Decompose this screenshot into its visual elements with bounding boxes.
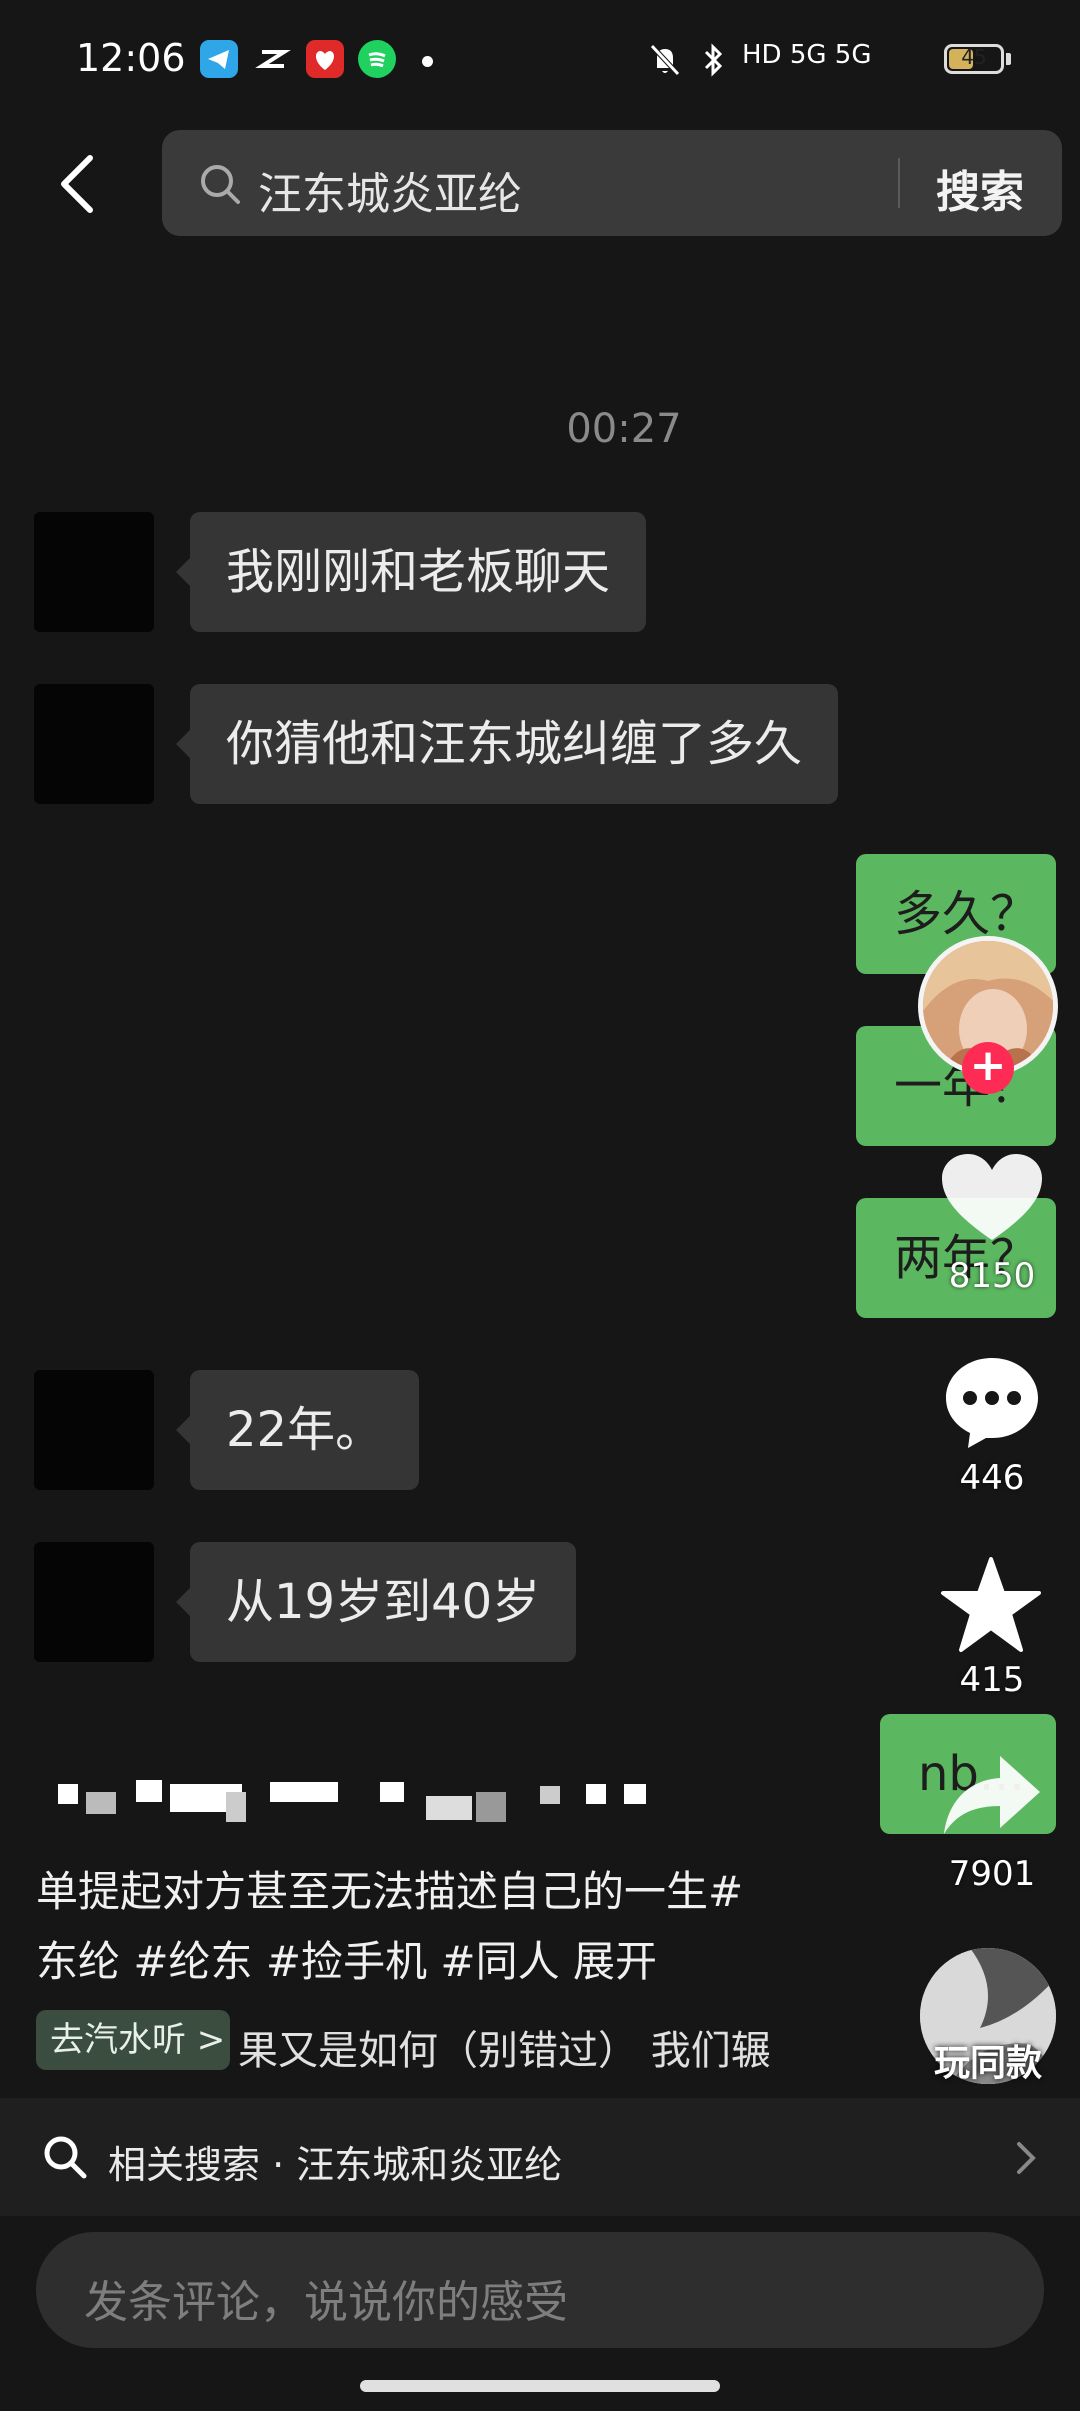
caption-line-1: 单提起对方甚至无法描述自己的一生# <box>36 1867 744 1916</box>
chat-timestamp: 00:27 <box>566 406 682 452</box>
chat-bubble-incoming: 我刚刚和老板聊天 <box>175 512 647 632</box>
bluetooth-icon <box>702 42 726 82</box>
mute-icon <box>648 42 682 82</box>
like-count: 8150 <box>948 1256 1036 1296</box>
comment-count: 446 <box>959 1458 1025 1498</box>
battery-tip <box>1006 53 1011 65</box>
telegram-app-icon <box>200 40 238 78</box>
chevron-right-icon <box>1017 2142 1036 2174</box>
red-app-icon <box>306 40 344 78</box>
follow-button[interactable]: + <box>962 1042 1014 1094</box>
back-button[interactable] <box>52 148 104 220</box>
favorite-count: 415 <box>959 1660 1025 1700</box>
comment-placeholder: 发条评论，说说你的感受 <box>84 2277 568 2328</box>
favorite-button[interactable] <box>940 1556 1042 1658</box>
heart-icon <box>942 1154 1042 1240</box>
sender-avatar <box>34 512 154 632</box>
status-time: 12:06 <box>76 36 186 80</box>
search-bar[interactable]: 汪东城炎亚纶 搜索 <box>162 130 1062 236</box>
notification-dot <box>422 56 433 67</box>
chat-bubble-incoming: 22年。 <box>175 1370 420 1490</box>
comment-button[interactable] <box>942 1354 1042 1454</box>
share-arrow-icon <box>944 1756 1040 1834</box>
battery-indicator: 45 <box>944 44 1004 74</box>
related-search-label[interactable]: 相关搜索 · 汪东城和炎亚纶 <box>108 2134 562 2189</box>
sender-avatar <box>34 1370 154 1490</box>
related-search-bar[interactable]: 相关搜索 · 汪东城和炎亚纶 <box>0 2098 1080 2216</box>
caption-line-2[interactable]: 东纶 #纶东 #捡手机 #同人 展开 <box>36 1928 657 1989</box>
search-icon <box>201 165 240 204</box>
star-icon <box>941 1557 1041 1652</box>
search-button[interactable]: 搜索 <box>936 156 1024 220</box>
comment-input[interactable]: 发条评论，说说你的感受 <box>36 2232 1044 2348</box>
like-button[interactable] <box>940 1152 1044 1248</box>
music-title[interactable]: 果又是如何（别错过） 我们辗 <box>238 2018 771 2076</box>
comment-bubble-icon <box>946 1358 1038 1448</box>
search-icon <box>44 2136 87 2179</box>
home-indicator[interactable] <box>360 2380 720 2392</box>
green-app-icon <box>358 40 396 78</box>
sender-avatar <box>34 1542 154 1662</box>
network-indicator: HD 5G 5G <box>742 40 872 70</box>
capcut-app-icon <box>254 40 292 78</box>
search-divider <box>898 158 900 208</box>
search-input[interactable]: 汪东城炎亚纶 <box>258 158 522 222</box>
sender-avatar <box>34 684 154 804</box>
chevron-left-icon <box>61 155 93 213</box>
share-button[interactable] <box>940 1752 1044 1842</box>
share-count: 7901 <box>948 1854 1036 1894</box>
status-bar: 12:06 HD 5G 5G 45 <box>0 0 1080 120</box>
chat-bubble-incoming: 你猜他和汪东城纠缠了多久 <box>175 684 839 804</box>
remix-label[interactable]: 玩同款 <box>900 2034 1076 2086</box>
open-in-music-app-button[interactable]: 去汽水听 > <box>36 2010 230 2070</box>
author-name-redacted[interactable] <box>40 1780 660 1826</box>
chat-bubble-incoming: 从19岁到40岁 <box>175 1542 577 1662</box>
